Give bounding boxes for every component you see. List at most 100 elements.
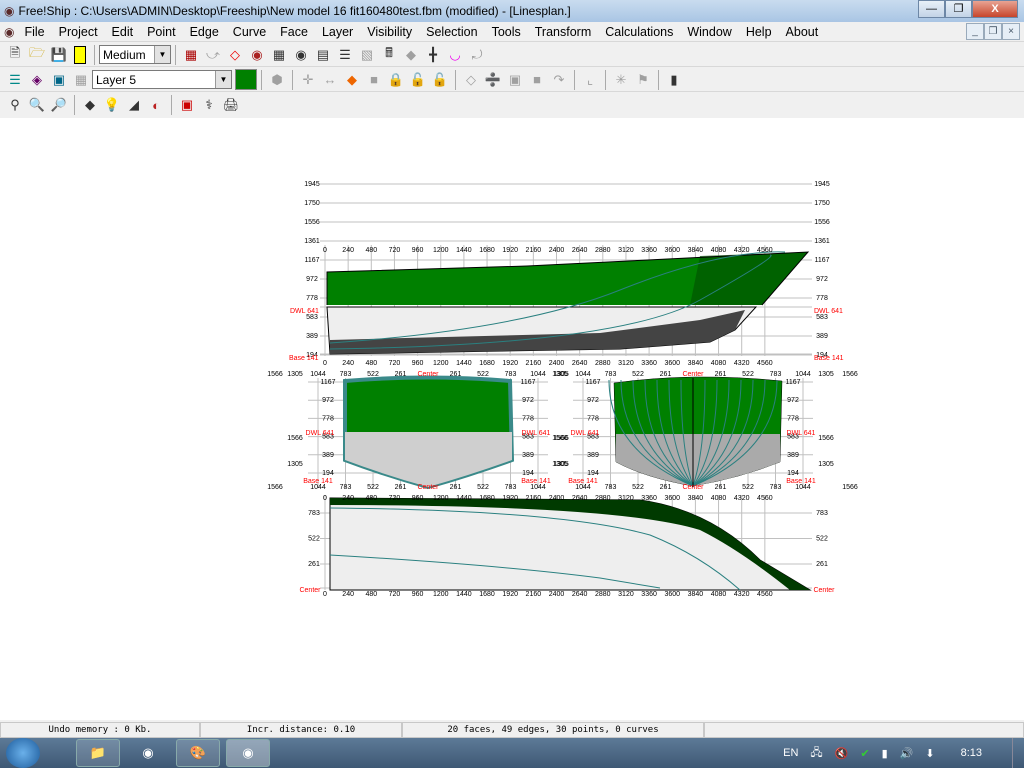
menu-edge[interactable]: Edge <box>183 25 226 39</box>
precision-select[interactable]: Medium ▼ <box>99 45 171 64</box>
mdi-close-button[interactable]: × <box>1002 23 1020 40</box>
mdi-restore-button[interactable]: ❐ <box>984 23 1002 40</box>
menu-curve[interactable]: Curve <box>226 25 273 39</box>
show-desktop-button[interactable] <box>1012 738 1024 768</box>
grid-icon[interactable]: ▦ <box>269 45 289 65</box>
waterlines-icon[interactable]: ☰ <box>335 45 355 65</box>
curvature-icon[interactable]: ◡ <box>445 45 465 65</box>
document-icon[interactable]: ◉ <box>4 25 14 39</box>
exit-icon[interactable] <box>74 45 86 64</box>
update-icon[interactable]: ✔ <box>860 747 869 760</box>
light-icon[interactable]: 💡 <box>102 95 122 115</box>
menu-tools[interactable]: Tools <box>485 25 528 39</box>
menu-transform[interactable]: Transform <box>528 25 599 39</box>
print-icon[interactable]: 🖨 <box>221 95 241 115</box>
control-net-icon[interactable]: ▦ <box>181 45 201 65</box>
freeship-taskbar-icon[interactable]: ◉ <box>226 739 270 767</box>
collapse-edge-icon[interactable]: ▣ <box>505 70 525 90</box>
chevron-down-icon[interactable]: ▼ <box>215 71 231 88</box>
breadth-label: 261 <box>395 484 407 491</box>
game-taskbar-icon[interactable]: ◉ <box>126 739 170 767</box>
collapse-icon[interactable]: ↔ <box>320 70 340 90</box>
mdi-minimize-button[interactable]: _ <box>966 23 984 40</box>
usb-icon[interactable]: ▮ <box>882 747 888 760</box>
check-model-icon[interactable]: ▮ <box>664 70 684 90</box>
layer-color-swatch[interactable] <box>235 69 257 90</box>
design-hydrostatics-icon[interactable]: ⚕ <box>199 95 219 115</box>
menu-face[interactable]: Face <box>273 25 315 39</box>
outer-label: 1305 <box>818 461 834 468</box>
new-curve-icon[interactable]: ⌞ <box>580 70 600 90</box>
new-face-icon[interactable]: ⬢ <box>267 70 287 90</box>
breadth-label: 522 <box>632 371 644 378</box>
mirror-icon[interactable]: ■ <box>364 70 384 90</box>
station-label: 4080 <box>711 495 727 502</box>
markers-icon[interactable]: ╋ <box>423 45 443 65</box>
menu-project[interactable]: Project <box>52 25 105 39</box>
linesplan-drawing[interactable]: 1945 1945 1750 1750 1556 1556 1361 1361 1167 1167… <box>0 118 1024 720</box>
deselect-icon[interactable]: ⚑ <box>633 70 653 90</box>
download-icon[interactable]: ⬇ <box>925 747 934 760</box>
unlock-icon[interactable]: 🔓 <box>408 70 428 90</box>
hydrostatics-icon[interactable]: 🖩 <box>379 45 399 65</box>
station-label: 4560 <box>757 495 773 502</box>
menu-visibility[interactable]: Visibility <box>360 25 419 39</box>
auto-group-icon[interactable]: ▦ <box>71 70 91 90</box>
network-icon[interactable]: 🖧 <box>810 744 822 763</box>
menu-window[interactable]: Window <box>680 25 738 39</box>
menu-help[interactable]: Help <box>739 25 779 39</box>
buttocks-icon[interactable]: ▤ <box>313 45 333 65</box>
diagonals-icon[interactable]: ▧ <box>357 45 377 65</box>
stations-icon[interactable]: ◉ <box>291 45 311 65</box>
split-edge-icon[interactable]: ➗ <box>483 70 503 90</box>
start-button[interactable] <box>6 738 40 768</box>
menu-calculations[interactable]: Calculations <box>598 25 680 39</box>
breadth-label: 522 <box>308 536 320 543</box>
layer-visibility-icon[interactable]: ◈ <box>27 70 47 90</box>
open-folder-icon[interactable]: 🗁 <box>27 45 47 65</box>
restore-button[interactable]: ❐ <box>945 0 972 18</box>
volume-icon[interactable]: 🔊 <box>900 747 914 760</box>
language-indicator[interactable]: EN <box>783 747 798 759</box>
layer-select[interactable]: Layer 5 ▼ <box>92 70 232 89</box>
crease-icon[interactable]: ■ <box>527 70 547 90</box>
show-normals-icon[interactable]: ◉ <box>247 45 267 65</box>
new-point-icon[interactable]: ◇ <box>461 70 481 90</box>
layer-dialog-icon[interactable]: ▣ <box>49 70 69 90</box>
shading-icon[interactable]: ◢ <box>124 95 144 115</box>
interior-edges-icon[interactable]: ⤻ <box>203 45 223 65</box>
zoom-extents-icon[interactable]: ⚲ <box>5 95 25 115</box>
close-button[interactable]: X <box>972 0 1018 18</box>
menu-edit[interactable]: Edit <box>105 25 141 39</box>
control-curves-icon[interactable]: ◇ <box>225 45 245 65</box>
menu-about[interactable]: About <box>779 25 826 39</box>
save-icon[interactable]: 💾 <box>49 45 69 65</box>
menu-layer[interactable]: Layer <box>315 25 360 39</box>
paint-taskbar-icon[interactable]: 🎨 <box>176 739 220 767</box>
breadth-label: 1044 <box>310 371 326 378</box>
layer-properties-icon[interactable]: ☰ <box>5 70 25 90</box>
new-file-icon[interactable]: 🗎 <box>5 45 25 65</box>
unlock-all-icon[interactable]: 🔓 <box>430 70 450 90</box>
insert-point-icon[interactable]: ✛ <box>298 70 318 90</box>
minimize-button[interactable]: — <box>918 0 945 18</box>
explorer-taskbar-icon[interactable]: 📁 <box>76 739 120 767</box>
curvature-shading-icon[interactable]: ◐ <box>146 95 166 115</box>
zoom-in-icon[interactable]: 🔍 <box>27 95 47 115</box>
clock[interactable]: 8:13 <box>961 747 982 759</box>
export-image-icon[interactable]: ▣ <box>177 95 197 115</box>
wireframe-icon[interactable]: ◆ <box>80 95 100 115</box>
connect-icon[interactable]: ↷ <box>549 70 569 90</box>
linesplan-viewport[interactable]: 1945 1945 1750 1750 1556 1556 1361 1361 1167 1167… <box>0 118 1024 720</box>
lock-icon[interactable]: 🔒 <box>386 70 406 90</box>
speaker-muted-icon[interactable]: 🔇 <box>835 747 849 760</box>
menu-file[interactable]: File <box>17 25 51 39</box>
select-all-icon[interactable]: ✳ <box>611 70 631 90</box>
hydro-features-icon[interactable]: ⤾ <box>467 45 487 65</box>
chevron-down-icon[interactable]: ▼ <box>154 46 170 63</box>
menu-selection[interactable]: Selection <box>419 25 484 39</box>
flowlines-icon[interactable]: ◆ <box>401 45 421 65</box>
menu-point[interactable]: Point <box>140 25 183 39</box>
zoom-out-icon[interactable]: 🔎 <box>49 95 69 115</box>
extrude-icon[interactable]: ◆ <box>342 70 362 90</box>
